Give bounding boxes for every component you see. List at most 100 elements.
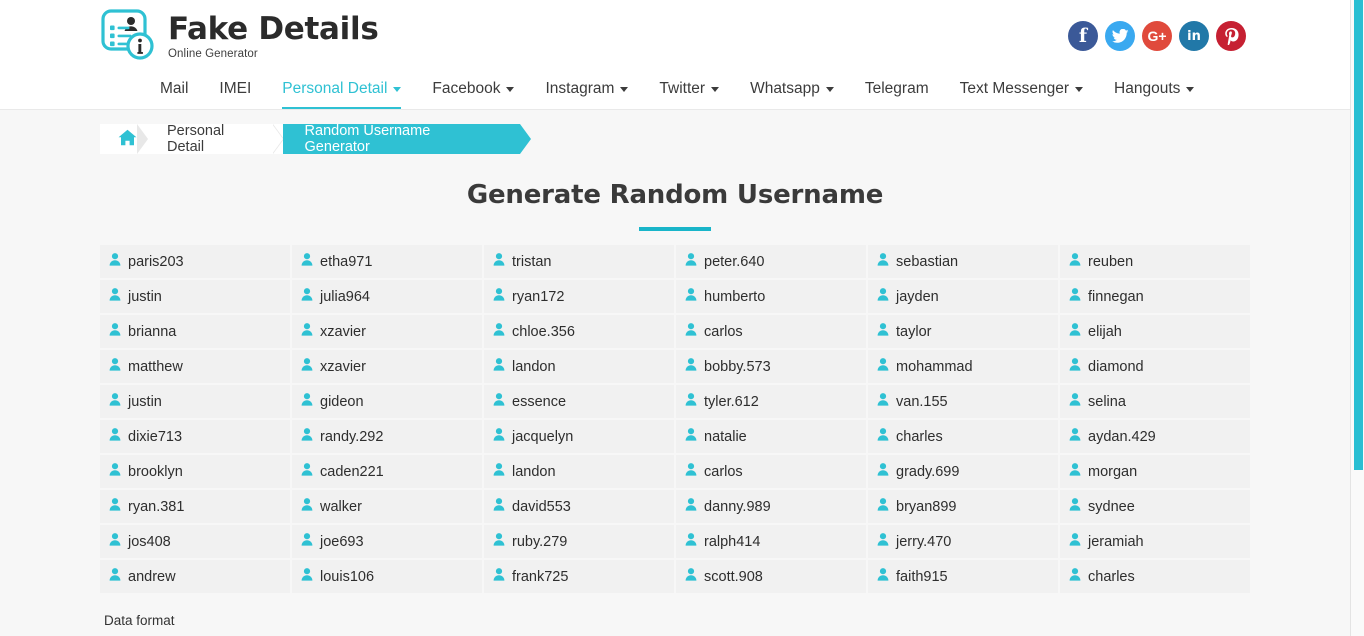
username-cell[interactable]: faith915 xyxy=(868,560,1058,593)
person-icon xyxy=(1069,288,1081,305)
username-cell[interactable]: matthew xyxy=(100,350,290,383)
username-cell[interactable]: chloe.356 xyxy=(484,315,674,348)
username-cell[interactable]: ralph414 xyxy=(676,525,866,558)
username-label: jacquelyn xyxy=(512,429,573,445)
username-cell[interactable]: sebastian xyxy=(868,245,1058,278)
username-label: scott.908 xyxy=(704,569,763,585)
nav-item-personal-detail[interactable]: Personal Detail xyxy=(282,80,401,109)
data-format-label: Data format xyxy=(100,613,1250,628)
username-cell[interactable]: aydan.429 xyxy=(1060,420,1250,453)
username-label: landon xyxy=(512,464,556,480)
username-cell[interactable]: landon xyxy=(484,350,674,383)
page-scrollbar[interactable] xyxy=(1350,0,1364,636)
username-cell[interactable]: justin xyxy=(100,280,290,313)
brand-title: Fake Details xyxy=(168,13,378,46)
username-cell[interactable]: diamond xyxy=(1060,350,1250,383)
username-cell[interactable]: jeramiah xyxy=(1060,525,1250,558)
nav-item-instagram[interactable]: Instagram xyxy=(545,80,628,109)
username-cell[interactable]: frank725 xyxy=(484,560,674,593)
username-cell[interactable]: xzavier xyxy=(292,315,482,348)
username-label: xzavier xyxy=(320,359,366,375)
chevron-down-icon xyxy=(393,87,401,92)
person-icon xyxy=(1069,323,1081,340)
nav-label: Telegram xyxy=(865,80,929,98)
username-cell[interactable]: scott.908 xyxy=(676,560,866,593)
username-cell[interactable]: brianna xyxy=(100,315,290,348)
username-cell[interactable]: sydnee xyxy=(1060,490,1250,523)
username-cell[interactable]: essence xyxy=(484,385,674,418)
main-content: Generate Random Username paris203etha971… xyxy=(0,180,1350,636)
username-cell[interactable]: ryan172 xyxy=(484,280,674,313)
nav-item-twitter[interactable]: Twitter xyxy=(659,80,719,109)
nav-item-hangouts[interactable]: Hangouts xyxy=(1114,80,1194,109)
username-cell[interactable]: jos408 xyxy=(100,525,290,558)
username-cell[interactable]: finnegan xyxy=(1060,280,1250,313)
nav-item-telegram[interactable]: Telegram xyxy=(865,80,929,109)
username-cell[interactable]: jerry.470 xyxy=(868,525,1058,558)
breadcrumb-item-random-username-generator[interactable]: Random Username Generator xyxy=(283,124,520,154)
username-cell[interactable]: gideon xyxy=(292,385,482,418)
brand-logo[interactable]: Fake Details Online Generator xyxy=(100,8,378,64)
username-cell[interactable]: carlos xyxy=(676,315,866,348)
username-cell[interactable]: charles xyxy=(868,420,1058,453)
username-cell[interactable]: ruby.279 xyxy=(484,525,674,558)
username-cell[interactable]: caden221 xyxy=(292,455,482,488)
username-cell[interactable]: xzavier xyxy=(292,350,482,383)
username-cell[interactable]: brooklyn xyxy=(100,455,290,488)
username-cell[interactable]: tyler.612 xyxy=(676,385,866,418)
username-cell[interactable]: julia964 xyxy=(292,280,482,313)
username-cell[interactable]: louis106 xyxy=(292,560,482,593)
username-label: ruby.279 xyxy=(512,534,567,550)
username-cell[interactable]: reuben xyxy=(1060,245,1250,278)
nav-item-facebook[interactable]: Facebook xyxy=(432,80,514,109)
username-cell[interactable]: etha971 xyxy=(292,245,482,278)
username-cell[interactable]: selina xyxy=(1060,385,1250,418)
username-cell[interactable]: natalie xyxy=(676,420,866,453)
username-cell[interactable]: bryan899 xyxy=(868,490,1058,523)
twitter-icon[interactable] xyxy=(1105,21,1135,51)
username-cell[interactable]: jacquelyn xyxy=(484,420,674,453)
username-cell[interactable]: taylor xyxy=(868,315,1058,348)
username-cell[interactable]: peter.640 xyxy=(676,245,866,278)
person-icon xyxy=(301,498,313,515)
username-cell[interactable]: landon xyxy=(484,455,674,488)
username-cell[interactable]: joe693 xyxy=(292,525,482,558)
nav-item-mail[interactable]: Mail xyxy=(160,80,188,109)
username-cell[interactable]: andrew xyxy=(100,560,290,593)
username-cell[interactable]: justin xyxy=(100,385,290,418)
username-cell[interactable]: carlos xyxy=(676,455,866,488)
google-plus-icon[interactable]: G+ xyxy=(1142,21,1172,51)
linkedin-icon[interactable]: in xyxy=(1179,21,1209,51)
username-cell[interactable]: walker xyxy=(292,490,482,523)
person-icon xyxy=(493,498,505,515)
person-icon xyxy=(109,393,121,410)
username-cell[interactable]: jayden xyxy=(868,280,1058,313)
pinterest-icon[interactable] xyxy=(1216,21,1246,51)
username-cell[interactable]: ryan.381 xyxy=(100,490,290,523)
username-cell[interactable]: paris203 xyxy=(100,245,290,278)
username-cell[interactable]: van.155 xyxy=(868,385,1058,418)
facebook-icon[interactable]: f xyxy=(1068,21,1098,51)
username-cell[interactable]: elijah xyxy=(1060,315,1250,348)
username-cell[interactable]: danny.989 xyxy=(676,490,866,523)
username-cell[interactable]: morgan xyxy=(1060,455,1250,488)
breadcrumb-item-personal-detail[interactable]: Personal Detail xyxy=(147,124,283,154)
nav-item-whatsapp[interactable]: Whatsapp xyxy=(750,80,834,109)
breadcrumb-home[interactable] xyxy=(100,124,147,154)
nav-item-text-messenger[interactable]: Text Messenger xyxy=(960,80,1083,109)
username-cell[interactable]: mohammad xyxy=(868,350,1058,383)
person-icon xyxy=(685,533,697,550)
username-cell[interactable]: charles xyxy=(1060,560,1250,593)
username-cell[interactable]: bobby.573 xyxy=(676,350,866,383)
person-icon xyxy=(685,323,697,340)
username-cell[interactable]: tristan xyxy=(484,245,674,278)
username-cell[interactable]: humberto xyxy=(676,280,866,313)
username-label: gideon xyxy=(320,394,364,410)
username-cell[interactable]: dixie713 xyxy=(100,420,290,453)
username-cell[interactable]: randy.292 xyxy=(292,420,482,453)
username-cell[interactable]: david553 xyxy=(484,490,674,523)
nav-item-imei[interactable]: IMEI xyxy=(219,80,251,109)
username-label: chloe.356 xyxy=(512,324,575,340)
scrollbar-thumb[interactable] xyxy=(1354,0,1363,470)
username-cell[interactable]: grady.699 xyxy=(868,455,1058,488)
